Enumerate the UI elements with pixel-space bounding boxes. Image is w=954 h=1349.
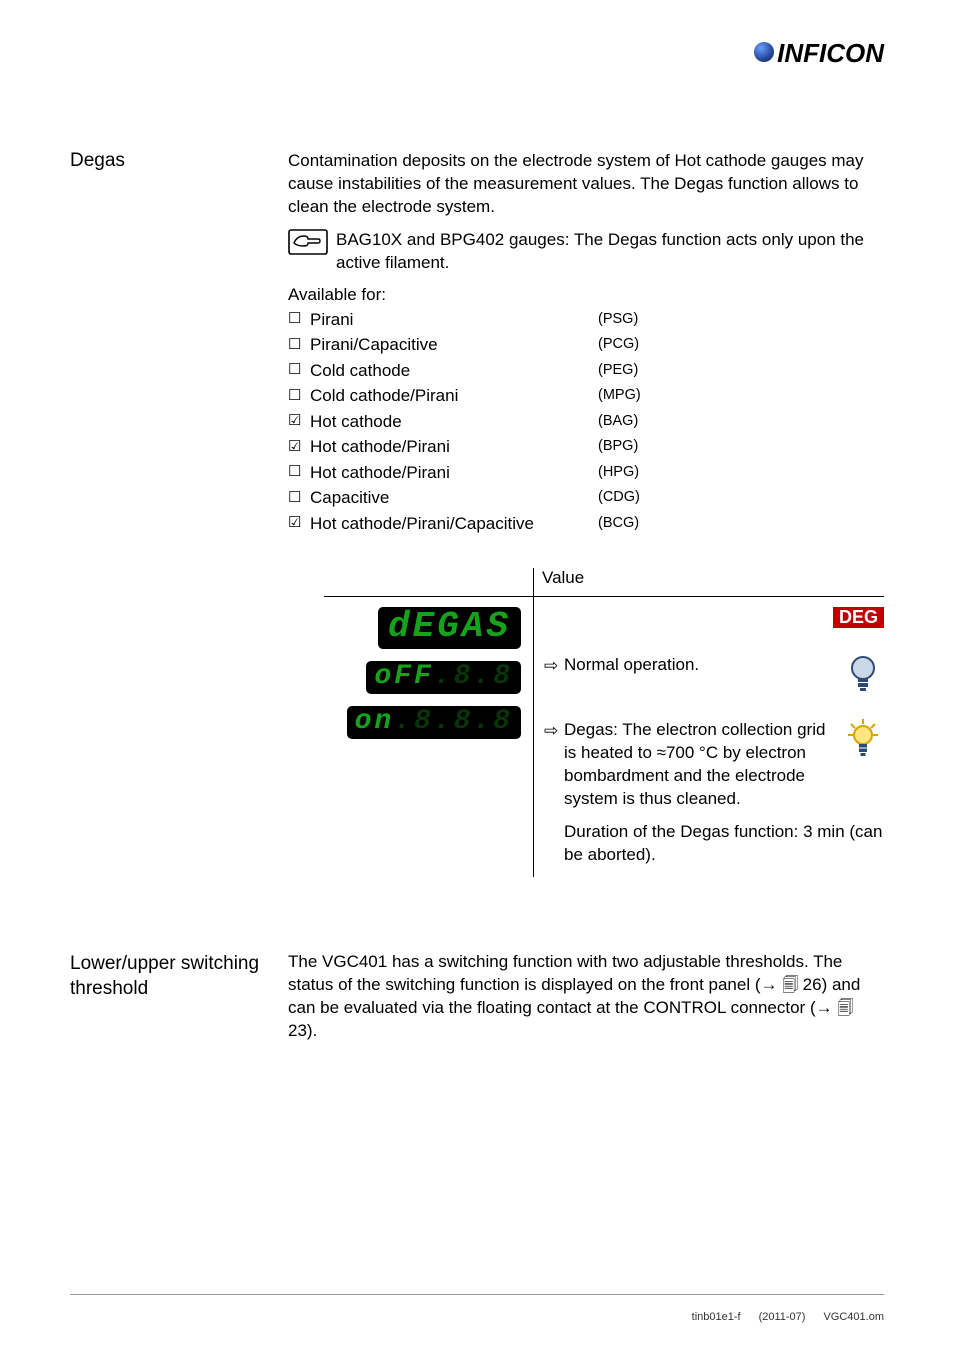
gauge-name: Hot cathode	[310, 409, 598, 435]
gauge-row: ☐Pirani/Capacitive(PCG)	[288, 332, 884, 358]
value-column-header: Value	[534, 568, 884, 596]
degas-tip-row: BAG10X and BPG402 gauges: The Degas func…	[288, 229, 884, 275]
logo-text: INFICON	[777, 38, 884, 69]
seg-display-degas: dEGAS	[378, 607, 521, 649]
gauge-name: Pirani	[310, 307, 598, 333]
value-on-text: Degas: The electron collection grid is h…	[564, 719, 842, 811]
degas-duration-text: Duration of the Degas function: 3 min (c…	[544, 821, 884, 867]
threshold-page1: 26	[803, 975, 822, 994]
gauge-row: ☑Hot cathode/Pirani/Capacitive(BCG)	[288, 511, 884, 537]
degas-value-table: Value dEGAS oFF.8.8 on.8.8.8 DEG ⇨	[324, 568, 884, 877]
threshold-heading: Lower/upper switching threshold	[70, 951, 288, 1053]
gauge-code: (BPG)	[598, 436, 638, 458]
footer-filename: VGC401.om	[823, 1311, 884, 1323]
gauge-row: ☐Hot cathode/Pirani(HPG)	[288, 460, 884, 486]
threshold-page2: 23	[288, 1021, 307, 1040]
seg-display-on: on.8.8.8	[347, 706, 521, 739]
available-for-block: Available for: ☐Pirani(PSG)☐Pirani/Capac…	[288, 285, 884, 537]
gauge-checkbox: ☐	[288, 385, 310, 408]
gauge-row: ☑Hot cathode/Pirani(BPG)	[288, 434, 884, 460]
gauge-name: Hot cathode/Pirani	[310, 434, 598, 460]
page-ref-icon: 🗐	[782, 977, 802, 994]
footer-text: tinb01e1-f (2011-07) VGC401.om	[692, 1311, 884, 1323]
gauge-checkbox: ☑	[288, 410, 310, 433]
available-for-label: Available for:	[288, 285, 884, 305]
arrow-icon: ⇨	[544, 654, 564, 676]
gauge-checkbox: ☐	[288, 359, 310, 382]
gauge-name: Hot cathode/Pirani/Capacitive	[310, 511, 598, 537]
gauge-checkbox: ☐	[288, 487, 310, 510]
deg-badge: DEG	[833, 607, 884, 628]
gauge-name: Capacitive	[310, 485, 598, 511]
footer-divider	[70, 1294, 884, 1295]
brand-logo: INFICON	[754, 38, 884, 69]
logo-globe-icon	[754, 42, 774, 62]
threshold-text-a: The VGC401 has a switching function with…	[288, 952, 842, 994]
section-threshold: Lower/upper switching threshold The VGC4…	[70, 951, 884, 1053]
gauge-checkbox: ☐	[288, 308, 310, 331]
degas-description: Contamination deposits on the electrode …	[288, 150, 884, 219]
gauge-row: ☑Hot cathode(BAG)	[288, 409, 884, 435]
arrow-icon: ⇨	[544, 719, 564, 741]
gauge-code: (PEG)	[598, 360, 638, 382]
bulb-on-icon	[842, 719, 884, 766]
value-off-text: Normal operation.	[564, 654, 842, 677]
threshold-text-c: ).	[307, 1021, 317, 1040]
seg-display-off: oFF.8.8	[366, 661, 521, 694]
gauge-checkbox: ☑	[288, 512, 310, 535]
threshold-text: The VGC401 has a switching function with…	[288, 951, 884, 1043]
gauge-name: Pirani/Capacitive	[310, 332, 598, 358]
gauge-checkbox: ☐	[288, 334, 310, 357]
gauge-code: (MPG)	[598, 385, 641, 407]
gauge-code: (CDG)	[598, 487, 640, 509]
gauge-row: ☐Pirani(PSG)	[288, 307, 884, 333]
page-ref-icon: 🗐	[837, 1000, 853, 1017]
gauge-row: ☐Capacitive(CDG)	[288, 485, 884, 511]
footer-date: (2011-07)	[759, 1311, 806, 1323]
gauge-code: (PSG)	[598, 309, 638, 331]
bulb-off-icon	[842, 654, 884, 701]
footer-doc-id: tinb01e1-f	[692, 1311, 741, 1323]
gauge-row: ☐Cold cathode(PEG)	[288, 358, 884, 384]
degas-heading: Degas	[70, 150, 288, 877]
section-degas: Degas Contamination deposits on the elec…	[70, 150, 884, 877]
gauge-name: Cold cathode/Pirani	[310, 383, 598, 409]
hand-point-icon	[288, 229, 336, 260]
gauge-row: ☐Cold cathode/Pirani(MPG)	[288, 383, 884, 409]
gauge-code: (BCG)	[598, 513, 639, 535]
gauge-name: Cold cathode	[310, 358, 598, 384]
gauge-checkbox: ☑	[288, 436, 310, 459]
gauge-code: (BAG)	[598, 411, 638, 433]
gauge-code: (PCG)	[598, 334, 639, 356]
degas-tip-text: BAG10X and BPG402 gauges: The Degas func…	[336, 229, 884, 275]
gauge-code: (HPG)	[598, 462, 639, 484]
gauge-name: Hot cathode/Pirani	[310, 460, 598, 486]
gauge-checkbox: ☐	[288, 461, 310, 484]
